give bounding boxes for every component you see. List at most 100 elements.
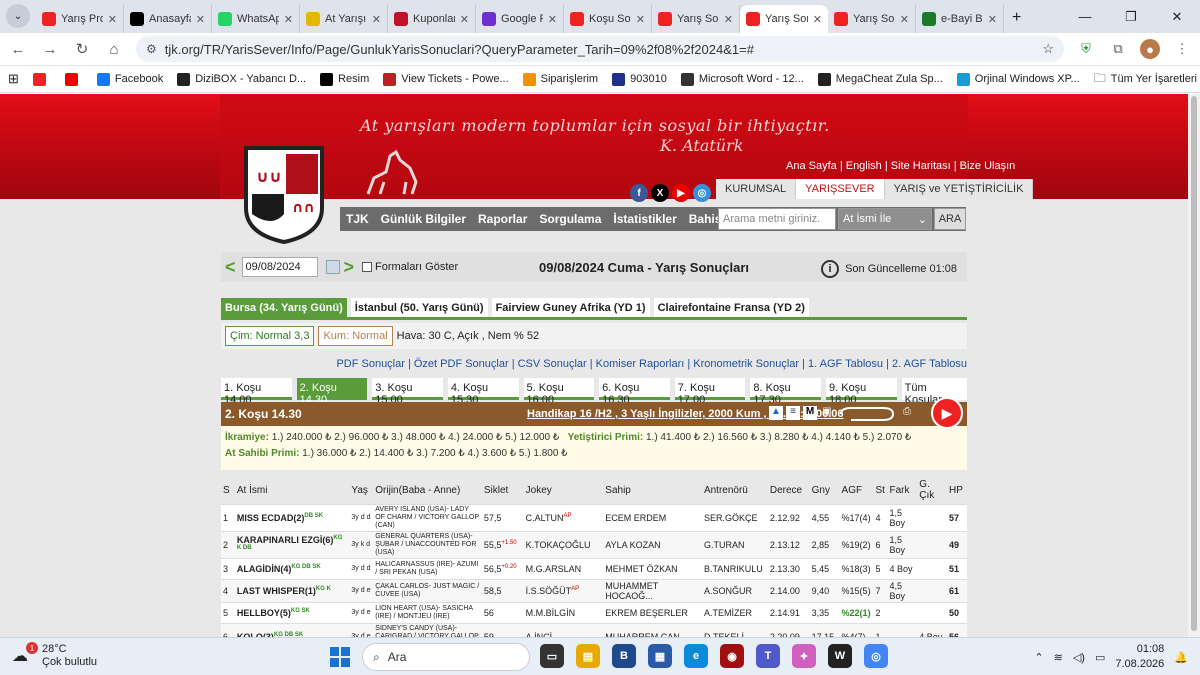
jockey-cell[interactable]: M.G.ARSLAN <box>523 558 604 580</box>
jockey[interactable]: M.M.BİLGİN <box>526 608 576 618</box>
table-row[interactable]: 1 MISS ECDAD(2)DB SK 3y d d AVERY ISLAND (U… <box>221 504 967 532</box>
race-tab[interactable]: 3. Koşu 15.00 <box>372 378 443 406</box>
browser-tab[interactable]: Yarış Son ✕ <box>740 5 828 33</box>
city-tab-fairview[interactable]: Fairview Guney Afrika (YD 1) <box>491 298 650 317</box>
browser-tab[interactable]: e-Bayi B ✕ <box>916 5 1004 33</box>
column-header[interactable]: Jokey <box>523 476 604 505</box>
bookmark-item[interactable]: DiziBOX - Yabancı D... <box>177 72 306 86</box>
search-button[interactable]: ARA <box>934 208 966 230</box>
edge-icon[interactable]: e <box>684 644 708 668</box>
jockey-cell[interactable]: C.ALTUNAP <box>523 504 604 532</box>
w-app-icon[interactable]: W <box>828 644 852 668</box>
m-icon[interactable]: M <box>803 406 817 420</box>
browser-tab[interactable]: Google F ✕ <box>476 5 564 33</box>
horse-name-cell[interactable]: ALAGİDİN(4)KG DB SK <box>234 558 350 580</box>
youtube-icon[interactable]: ▶ <box>672 184 690 202</box>
tab-close-icon[interactable]: ✕ <box>196 13 205 26</box>
doc-icon[interactable]: ≡ <box>786 406 800 420</box>
prev-day-arrow-icon[interactable]: < <box>221 257 240 278</box>
file-explorer-icon[interactable]: ▤ <box>576 644 600 668</box>
jockey[interactable]: M.G.ARSLAN <box>526 564 582 574</box>
speaker-icon[interactable]: ◁) <box>1073 651 1085 664</box>
column-header[interactable]: At İsmi <box>234 476 350 505</box>
menu-icon[interactable]: ⋮ <box>1172 39 1192 59</box>
tab-close-icon[interactable]: ✕ <box>900 13 909 26</box>
jockey-cell[interactable]: İ.S.SÖĞÜTAP <box>523 579 604 603</box>
nav-raporlar[interactable]: Raporlar <box>472 212 533 226</box>
horse-name-cell[interactable]: MISS ECDAD(2)DB SK <box>234 504 350 532</box>
taskbar-weather[interactable]: ☁ 1 28°C Çok bulutlu <box>12 642 97 669</box>
b-app-icon[interactable]: B <box>612 644 636 668</box>
table-row[interactable]: 5 HELLBOY(5)KG SK 3y d e LION HEART (USA)- … <box>221 602 967 624</box>
x-icon[interactable]: X <box>651 184 669 202</box>
nav-tjk[interactable]: TJK <box>340 212 375 226</box>
bookmark-item[interactable]: Microsoft Word - 12... <box>680 72 804 86</box>
site-info-icon[interactable]: ⚙ <box>146 42 157 56</box>
wifi-icon[interactable]: ≋ <box>1054 651 1063 664</box>
pdf-links[interactable]: PDF Sonuçlar | Özet PDF Sonuçlar | CSV S… <box>221 358 967 372</box>
all-bookmarks-folder[interactable]: 🗀 Tüm Yer İşaretleri <box>1094 69 1197 90</box>
bookmark-item[interactable]: Orjinal Windows XP... <box>956 72 1080 86</box>
start-button[interactable] <box>330 647 350 667</box>
race-tab[interactable]: 4. Koşu 15.30 <box>447 378 519 406</box>
tjk-logo[interactable]: ∪∪ ∩∩ 1950 <box>242 144 326 244</box>
bookmark-star-icon[interactable]: ☆ <box>1042 41 1054 57</box>
tab-close-icon[interactable]: ✕ <box>372 13 381 26</box>
city-tab-bursa[interactable]: Bursa (34. Yarış Günü) <box>221 298 347 317</box>
checkbox-box[interactable] <box>362 262 373 272</box>
table-row[interactable]: 3 ALAGİDİN(4)KG DB SK 3y d d HALICARNASSUS … <box>221 558 967 580</box>
facebook-icon[interactable]: f <box>630 184 648 202</box>
jockey-cell[interactable]: A.İNCİ <box>523 623 604 637</box>
date-input[interactable]: 09/08/2024 <box>241 257 318 277</box>
race-tab[interactable]: Tüm Koşular <box>901 378 967 406</box>
bookmark-item[interactable]: MegaCheat Zula Sp... <box>817 72 943 86</box>
extensions-icon[interactable]: ⧉ <box>1108 39 1128 59</box>
nav-sorgulama[interactable]: Sorgulama <box>533 212 607 226</box>
alert-icon[interactable]: ▲ <box>769 406 783 420</box>
next-day-arrow-icon[interactable]: > <box>340 257 359 278</box>
column-header[interactable]: Orijin(Baba - Anne) <box>373 476 482 505</box>
calculator-icon[interactable]: ▦ <box>648 644 672 668</box>
column-header[interactable]: Derece <box>767 476 810 505</box>
horse-name[interactable]: KARAPINARLI EZGİ(6) <box>237 535 334 545</box>
bookmark-item[interactable]: View Tickets - Powe... <box>383 72 509 86</box>
site-search-input[interactable]: Arama metni giriniz. <box>718 208 836 230</box>
browser-tab[interactable]: Kuponlar ✕ <box>388 5 476 33</box>
bookmark-item[interactable]: 903010 <box>612 72 667 86</box>
column-header[interactable]: S <box>221 476 235 505</box>
back-button[interactable]: ← <box>8 41 28 58</box>
horse-name-cell[interactable]: KOLO(3)KG DB SK <box>234 623 350 637</box>
clock[interactable]: 01:08 7.08.2026 <box>1115 642 1164 672</box>
race-tab[interactable]: 9. Koşu 18.00 <box>826 378 897 406</box>
chrome-icon[interactable]: ◎ <box>864 644 888 668</box>
tab-close-icon[interactable]: ✕ <box>813 13 822 26</box>
tab-yaris-yetistiricilik[interactable]: YARIŞ ve YETİŞTİRİCİLİK <box>884 179 1034 199</box>
browser-tab[interactable]: WhatsApp ✕ <box>212 5 300 33</box>
bookmark-item[interactable] <box>64 72 83 86</box>
city-tab-istanbul[interactable]: İstanbul (50. Yarış Günü) <box>350 298 488 317</box>
chevron-up-icon[interactable]: ⌃ <box>1034 651 1043 664</box>
browser-tab[interactable]: Yarış Pro ✕ <box>36 5 124 33</box>
print-icon[interactable]: ⎙ <box>900 406 914 420</box>
jockey[interactable]: İ.S.SÖĞÜT <box>526 586 572 596</box>
horse-name[interactable]: MISS ECDAD(2) <box>237 513 305 523</box>
horse-name[interactable]: HELLBOY(5) <box>237 608 291 618</box>
notification-bell-icon[interactable]: 🔔 <box>1174 651 1188 664</box>
table-row[interactable]: 6 KOLO(3)KG DB SK 3y d e SIDNEY'S CANDY (US… <box>221 623 967 637</box>
task-view-icon[interactable]: ▭ <box>540 644 564 668</box>
tab-close-icon[interactable]: ✕ <box>460 13 469 26</box>
horse-name[interactable]: LAST WHISPER(1) <box>237 586 316 596</box>
tab-close-icon[interactable]: ✕ <box>988 13 997 26</box>
maximize-button[interactable]: ❐ <box>1108 0 1154 33</box>
battery-icon[interactable]: ▭ <box>1095 651 1105 664</box>
column-header[interactable]: St <box>873 476 888 505</box>
apps-grid-icon[interactable]: ⊞ <box>8 71 19 87</box>
column-header[interactable]: Siklet <box>481 476 524 505</box>
tab-close-icon[interactable]: ✕ <box>636 13 645 26</box>
tab-close-icon[interactable]: ✕ <box>108 13 117 26</box>
column-header[interactable]: AGF <box>839 476 874 505</box>
tab-search-button[interactable]: ⌄ <box>6 4 30 28</box>
jockey-cell[interactable]: M.M.BİLGİN <box>523 602 604 624</box>
horse-name[interactable]: ALAGİDİN(4) <box>237 564 292 574</box>
reload-button[interactable]: ↻ <box>72 40 92 58</box>
